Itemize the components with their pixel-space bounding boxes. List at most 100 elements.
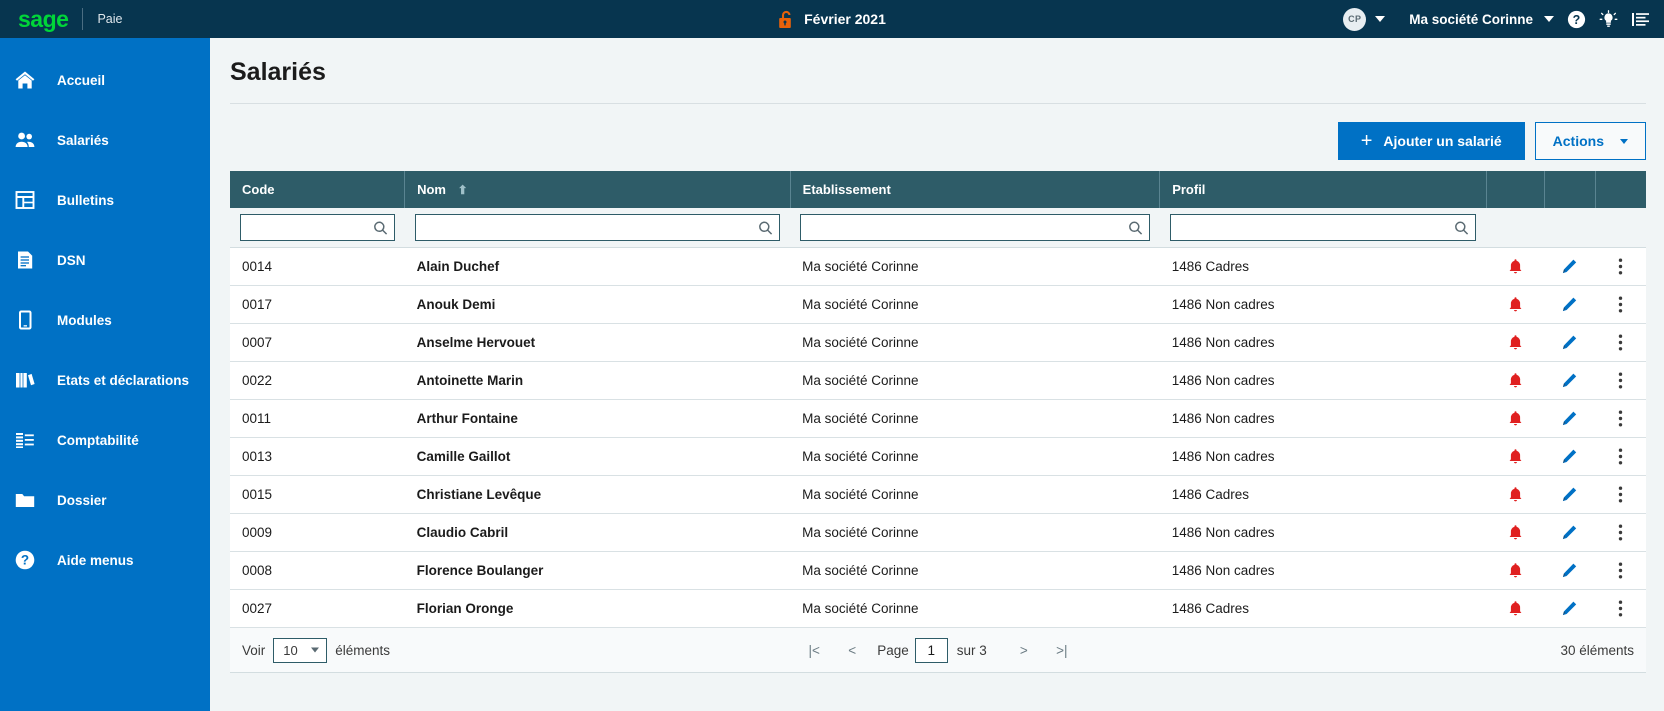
first-page-button[interactable]: |< [795, 643, 833, 658]
lightbulb-icon[interactable] [1599, 9, 1618, 29]
row-action-edit[interactable] [1544, 551, 1596, 590]
list-lines-icon[interactable] [1631, 10, 1650, 29]
row-action-edit[interactable] [1544, 361, 1596, 400]
row-action-more[interactable] [1595, 551, 1646, 590]
row-action-more[interactable] [1595, 437, 1646, 476]
row-action-more[interactable] [1595, 589, 1646, 628]
pencil-icon[interactable] [1556, 448, 1583, 465]
next-page-button[interactable]: > [1005, 643, 1043, 658]
bell-icon[interactable] [1498, 258, 1532, 275]
sidebar-item-modules[interactable]: Modules [0, 290, 210, 350]
row-action-more[interactable] [1595, 285, 1646, 324]
column-header-code[interactable]: Code [230, 171, 406, 208]
vertical-dots-icon[interactable] [1608, 295, 1634, 314]
vertical-dots-icon[interactable] [1608, 447, 1634, 466]
row-action-alert[interactable] [1486, 475, 1545, 514]
row-action-alert[interactable] [1486, 589, 1545, 628]
row-action-edit[interactable] [1544, 437, 1596, 476]
vertical-dots-icon[interactable] [1608, 333, 1634, 352]
table-row[interactable]: 0013 Camille Gaillot Ma société Corinne … [230, 437, 1646, 476]
sidebar-item-bulletins[interactable]: Bulletins [0, 170, 210, 230]
sidebar-item-aide-menus[interactable]: ? Aide menus [0, 530, 210, 590]
search-input-etablissement[interactable] [801, 215, 1149, 240]
row-action-alert[interactable] [1486, 399, 1545, 438]
bell-icon[interactable] [1498, 410, 1532, 427]
vertical-dots-icon[interactable] [1608, 371, 1634, 390]
row-action-edit[interactable] [1544, 247, 1596, 286]
pencil-icon[interactable] [1556, 372, 1583, 389]
table-row[interactable]: 0027 Florian Oronge Ma société Corinne 1… [230, 589, 1646, 628]
vertical-dots-icon[interactable] [1608, 485, 1634, 504]
table-row[interactable]: 0014 Alain Duchef Ma société Corinne 148… [230, 247, 1646, 286]
bell-icon[interactable] [1498, 600, 1532, 617]
row-action-alert[interactable] [1486, 323, 1545, 362]
last-page-button[interactable]: >| [1043, 643, 1081, 658]
row-action-alert[interactable] [1486, 247, 1545, 286]
sidebar-item-etats-et-declarations[interactable]: Etats et déclarations [0, 350, 210, 410]
bell-icon[interactable] [1498, 334, 1532, 351]
actions-button[interactable]: Actions [1534, 122, 1646, 160]
avatar[interactable]: CP [1343, 7, 1367, 31]
row-action-alert[interactable] [1486, 361, 1545, 400]
unlocked-padlock-icon[interactable] [778, 10, 795, 29]
help-circle-icon[interactable]: ? [1567, 10, 1586, 29]
row-action-edit[interactable] [1544, 399, 1596, 438]
table-row[interactable]: 0009 Claudio Cabril Ma société Corinne 1… [230, 513, 1646, 552]
pencil-icon[interactable] [1556, 410, 1583, 427]
row-action-alert[interactable] [1486, 437, 1545, 476]
pencil-icon[interactable] [1556, 600, 1583, 617]
row-action-more[interactable] [1595, 323, 1646, 362]
row-action-edit[interactable] [1544, 589, 1596, 628]
pencil-icon[interactable] [1556, 296, 1583, 313]
row-action-edit[interactable] [1544, 475, 1596, 514]
pencil-icon[interactable] [1556, 524, 1583, 541]
table-row[interactable]: 0015 Christiane Levêque Ma société Corin… [230, 475, 1646, 514]
vertical-dots-icon[interactable] [1608, 523, 1634, 542]
vertical-dots-icon[interactable] [1608, 409, 1634, 428]
add-salarie-button[interactable]: + Ajouter un salarié [1337, 122, 1525, 160]
row-action-edit[interactable] [1544, 285, 1596, 324]
sidebar-item-comptabilite[interactable]: Comptabilité [0, 410, 210, 470]
search-input-nom[interactable] [415, 215, 780, 240]
bell-icon[interactable] [1498, 524, 1532, 541]
bell-icon[interactable] [1498, 486, 1532, 503]
table-row[interactable]: 0017 Anouk Demi Ma société Corinne 1486 … [230, 285, 1646, 324]
table-row[interactable]: 0011 Arthur Fontaine Ma société Corinne … [230, 399, 1646, 438]
bell-icon[interactable] [1498, 562, 1532, 579]
vertical-dots-icon[interactable] [1608, 599, 1634, 618]
column-header-etablissement[interactable]: Etablissement [790, 171, 1161, 208]
search-box-etablissement[interactable] [800, 214, 1150, 241]
vertical-dots-icon[interactable] [1608, 561, 1634, 580]
row-action-alert[interactable] [1486, 513, 1545, 552]
row-action-more[interactable] [1595, 513, 1646, 552]
bell-icon[interactable] [1498, 448, 1532, 465]
pencil-icon[interactable] [1556, 562, 1583, 579]
sidebar-item-salaries[interactable]: Salariés [0, 110, 210, 170]
column-header-profil[interactable]: Profil [1159, 171, 1487, 208]
page-number-input[interactable] [914, 637, 948, 663]
vertical-dots-icon[interactable] [1608, 257, 1634, 276]
pencil-icon[interactable] [1556, 334, 1583, 351]
bell-icon[interactable] [1498, 372, 1532, 389]
sidebar-item-dsn[interactable]: DSN [0, 230, 210, 290]
column-header-nom[interactable]: Nom ⬆ [404, 171, 791, 208]
row-action-alert[interactable] [1486, 285, 1545, 324]
row-action-more[interactable] [1595, 475, 1646, 514]
sidebar-item-dossier[interactable]: Dossier [0, 470, 210, 530]
row-action-more[interactable] [1595, 361, 1646, 400]
search-box-nom[interactable] [414, 214, 781, 241]
sidebar-item-accueil[interactable]: Accueil [0, 50, 210, 110]
company-selector[interactable]: Ma société Corinne [1409, 12, 1554, 27]
avatar-chevron-down-icon[interactable] [1375, 16, 1386, 22]
pencil-icon[interactable] [1556, 258, 1583, 275]
row-action-more[interactable] [1595, 399, 1646, 438]
company-chevron-down-icon[interactable] [1544, 16, 1554, 22]
row-action-edit[interactable] [1544, 323, 1596, 362]
bell-icon[interactable] [1498, 296, 1532, 313]
search-input-code[interactable] [241, 215, 394, 240]
prev-page-button[interactable]: < [833, 643, 871, 658]
table-row[interactable]: 0007 Anselme Hervouet Ma société Corinne… [230, 323, 1646, 362]
search-box-profil[interactable] [1169, 214, 1477, 241]
row-action-more[interactable] [1595, 247, 1646, 286]
pencil-icon[interactable] [1556, 486, 1583, 503]
